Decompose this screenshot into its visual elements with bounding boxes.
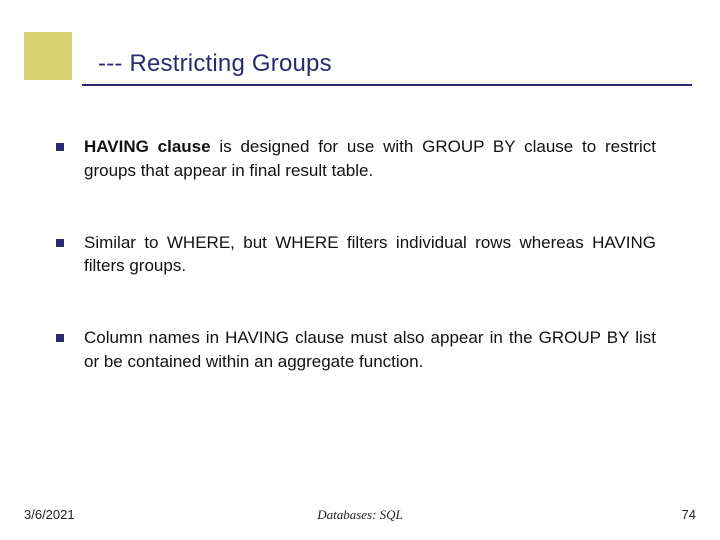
slide: --- Restricting Groups HAVING clause is … <box>0 0 720 540</box>
bullet-rest: Column names in HAVING clause must also … <box>84 328 656 371</box>
bullet-bold: HAVING clause <box>84 137 211 156</box>
slide-title: --- Restricting Groups <box>98 50 332 78</box>
footer: 3/6/2021 Databases: SQL 74 <box>0 507 720 522</box>
bullet-icon <box>56 239 64 247</box>
list-item: HAVING clause is designed for use with G… <box>56 135 656 183</box>
footer-title: Databases: SQL <box>317 507 403 523</box>
list-item: Similar to WHERE, but WHERE filters indi… <box>56 231 656 279</box>
accent-box <box>24 32 72 80</box>
bullet-text: Column names in HAVING clause must also … <box>84 326 656 374</box>
list-item: Column names in HAVING clause must also … <box>56 326 656 374</box>
bullet-text: HAVING clause is designed for use with G… <box>84 135 656 183</box>
bullet-icon <box>56 334 64 342</box>
title-block: --- Restricting Groups <box>98 50 332 78</box>
bullet-rest: Similar to WHERE, but WHERE filters indi… <box>84 233 656 276</box>
footer-page-number: 74 <box>682 507 696 522</box>
title-underline <box>82 84 692 86</box>
content-area: HAVING clause is designed for use with G… <box>56 135 656 422</box>
bullet-text: Similar to WHERE, but WHERE filters indi… <box>84 231 656 279</box>
bullet-icon <box>56 143 64 151</box>
footer-date: 3/6/2021 <box>24 507 75 522</box>
